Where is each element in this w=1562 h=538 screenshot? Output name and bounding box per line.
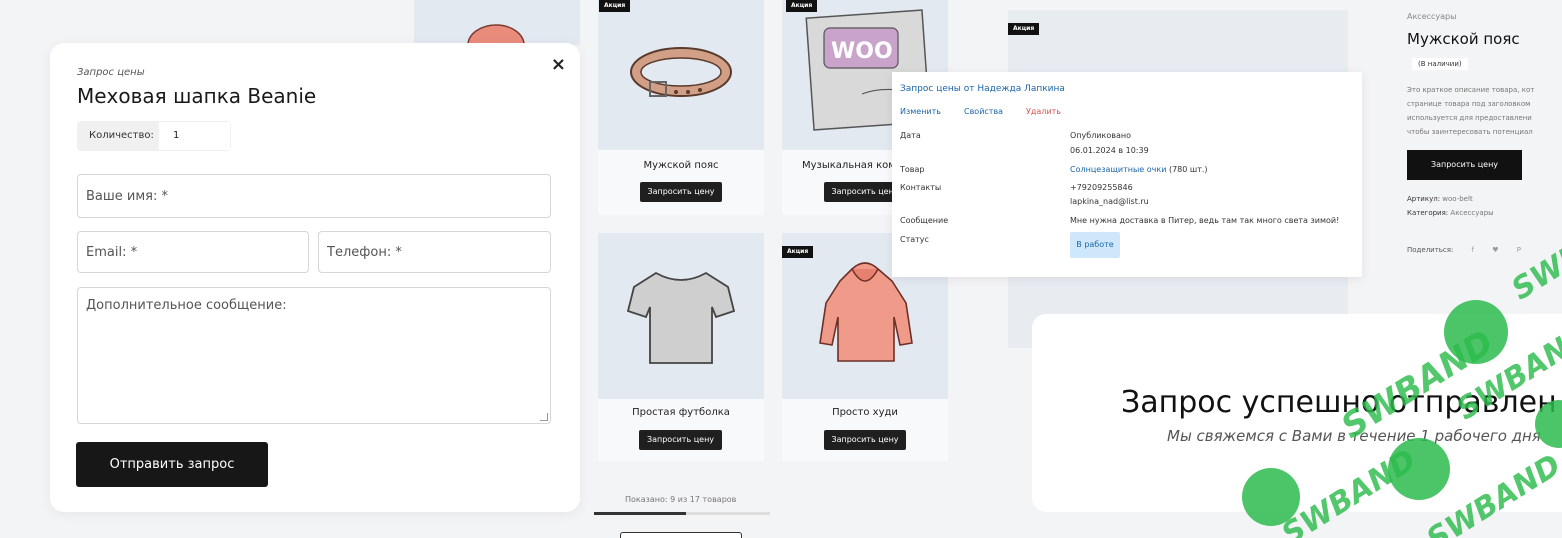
message-value: Мне нужна доставка в Питер, ведь там так…: [1070, 216, 1340, 225]
product-image[interactable]: [598, 233, 764, 399]
product-label: Товар: [900, 165, 925, 174]
phone-input[interactable]: [319, 232, 550, 272]
pagination-text: Показано: 9 из 17 товаров: [625, 495, 737, 504]
email-field[interactable]: [77, 231, 309, 273]
status-label: Статус: [900, 235, 929, 244]
product-description-line: странице товара под заголовком: [1407, 100, 1531, 108]
belt-illustration: [630, 47, 732, 97]
admin-request-title[interactable]: Запрос цены от Надежда Лапкина: [900, 84, 1065, 94]
sale-badge: Акция: [599, 0, 631, 12]
quantity-label: Количество:: [89, 130, 154, 141]
share-label: Поделиться:: [1407, 246, 1454, 254]
product-title: Мужской пояс: [1407, 30, 1520, 48]
heart-icon[interactable]: ♥: [1492, 246, 1498, 254]
sku-row: Артикул: woo-belt: [1407, 195, 1473, 203]
category-label: Категория:: [1407, 209, 1449, 217]
admin-request-popup: Запрос цены от Надежда Лапкина Изменить …: [892, 72, 1362, 277]
modal-subtitle: Запрос цены: [77, 67, 145, 78]
share-row: Поделиться: f ♥ P: [1407, 246, 1521, 254]
request-price-button[interactable]: Запросить цену: [639, 430, 722, 450]
request-price-button[interactable]: Запросить цену: [824, 430, 906, 450]
product-image[interactable]: [598, 0, 764, 150]
message-field[interactable]: [77, 287, 551, 424]
quantity-input[interactable]: 1: [159, 122, 230, 150]
sale-badge: Акция: [786, 0, 818, 12]
resize-handle-icon[interactable]: [540, 413, 548, 421]
properties-link[interactable]: Свойства: [964, 107, 1003, 116]
sale-badge: Акция: [782, 246, 814, 258]
product-name[interactable]: Мужской пояс: [598, 160, 764, 171]
submit-request-button[interactable]: Отправить запрос: [76, 442, 268, 487]
name-field[interactable]: [77, 174, 551, 218]
sku-label: Артикул:: [1407, 195, 1441, 203]
close-icon[interactable]: ×: [551, 55, 566, 75]
contact-phone: +79209255846: [1070, 183, 1133, 192]
email-input[interactable]: [78, 232, 308, 272]
contact-email: lapkina_nad@list.ru: [1070, 197, 1149, 206]
product-category[interactable]: Аксессуары: [1407, 12, 1456, 21]
contacts-label: Контакты: [900, 183, 942, 192]
product-link[interactable]: Солнцезащитные очки: [1070, 165, 1166, 174]
phone-field[interactable]: [318, 231, 551, 273]
sale-badge: Акция: [1008, 23, 1040, 35]
product-image-beanie: [414, 0, 580, 66]
quantity-field: Количество: 1: [77, 121, 231, 151]
pagination-progress: [594, 512, 770, 515]
modal-title: Меховая шапка Beanie: [77, 84, 317, 108]
request-price-button[interactable]: Запросить цену: [640, 182, 722, 202]
stock-status: (В наличии): [1412, 58, 1468, 70]
date-value: 06.01.2024 в 10:39: [1070, 146, 1149, 155]
product-tile[interactable]: Простая футболка Запросить цену: [598, 233, 764, 461]
facebook-icon[interactable]: f: [1472, 246, 1474, 254]
category-value[interactable]: Аксессуары: [1450, 209, 1493, 217]
product-count: (780 шт.): [1168, 165, 1208, 174]
beanie-illustration: [467, 24, 525, 66]
edit-link[interactable]: Изменить: [900, 107, 941, 116]
svg-text:WOO: WOO: [831, 39, 893, 64]
message-textarea[interactable]: [78, 288, 550, 423]
request-price-button[interactable]: Запросить цену: [1407, 150, 1522, 180]
message-label: Сообщение: [900, 216, 949, 225]
product-description-line: используется для предоставлени: [1407, 114, 1532, 122]
product-value: Солнцезащитные очки (780 шт.): [1070, 165, 1208, 174]
product-tile[interactable]: Акция Мужской пояс Запросить цену: [598, 0, 764, 215]
product-name[interactable]: Простая футболка: [598, 407, 764, 418]
load-more-button[interactable]: [620, 532, 742, 538]
delete-link[interactable]: Удалить: [1026, 107, 1061, 116]
name-input[interactable]: [78, 175, 550, 217]
product-tile-beanie: [414, 0, 580, 66]
product-description-line: чтобы заинтересовать потенциал: [1407, 128, 1533, 136]
price-request-modal: Запрос цены Меховая шапка Beanie × Колич…: [50, 43, 580, 512]
tshirt-illustration: [626, 271, 736, 364]
status-badge[interactable]: В работе: [1070, 232, 1120, 258]
sku-value: woo-belt: [1442, 195, 1473, 203]
category-row: Категория: Аксессуары: [1407, 209, 1494, 217]
date-label: Дата: [900, 131, 921, 140]
date-value-status: Опубликовано: [1070, 131, 1131, 140]
pinterest-icon[interactable]: P: [1517, 246, 1521, 254]
product-name[interactable]: Просто худи: [782, 407, 948, 418]
product-description-line: Это краткое описание товара, кот: [1407, 86, 1535, 94]
